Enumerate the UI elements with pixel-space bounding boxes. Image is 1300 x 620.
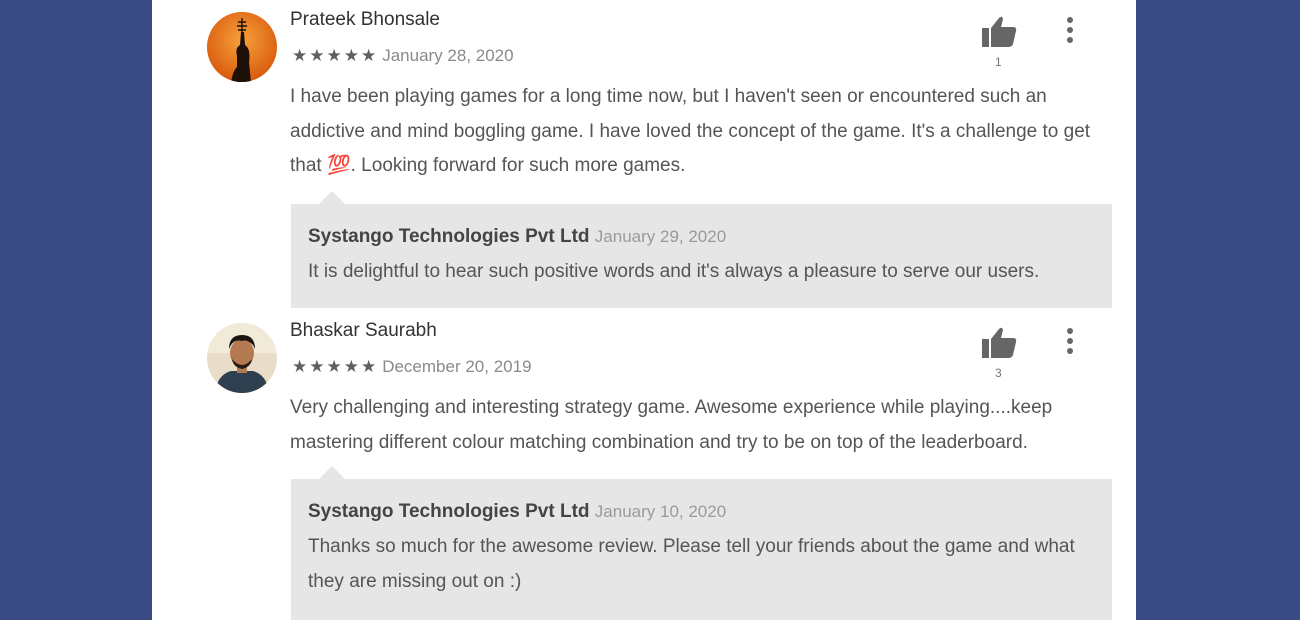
review-author: Bhaskar Saurabh	[290, 320, 437, 341]
review-text: I have been playing games for a long tim…	[290, 86, 1091, 176]
developer-reply: Systango Technologies Pvt Ltd January 10…	[291, 466, 1112, 620]
reply-header: Systango Technologies Pvt Ltd January 10…	[308, 501, 726, 523]
rating-line: ★★★★★ December 20, 2019	[292, 357, 532, 377]
like-count: 1	[995, 55, 1002, 69]
review-date: January 28, 2020	[382, 46, 514, 65]
reviews-panel: Prateek Bhonsale ★★★★★ January 28, 2020 I…	[152, 0, 1136, 620]
developer-reply: Systango Technologies Pvt Ltd January 29…	[291, 191, 1112, 308]
review-author: Prateek Bhonsale	[290, 9, 440, 30]
more-vertical-icon[interactable]	[1060, 15, 1080, 47]
reply-date: January 10, 2020	[594, 502, 727, 521]
thumbs-up-icon[interactable]	[981, 326, 1019, 360]
reply-text: It is delightful to hear such positive w…	[308, 261, 1040, 282]
like-count: 3	[995, 366, 1002, 380]
avatar[interactable]	[207, 323, 277, 393]
more-vertical-icon[interactable]	[1060, 326, 1080, 358]
reply-pointer	[319, 466, 345, 479]
reply-pointer	[319, 191, 345, 204]
review-text: Very challenging and interesting strateg…	[290, 397, 1053, 453]
star-rating: ★★★★★	[292, 46, 379, 65]
reply-author: Systango Technologies Pvt Ltd	[308, 501, 590, 522]
avatar[interactable]	[207, 12, 277, 82]
thumbs-up-icon[interactable]	[981, 15, 1019, 49]
review-date: December 20, 2019	[382, 357, 532, 376]
reply-text: Thanks so much for the awesome review. P…	[308, 536, 1075, 592]
reply-author: Systango Technologies Pvt Ltd	[308, 226, 590, 247]
star-rating: ★★★★★	[292, 357, 379, 376]
rating-line: ★★★★★ January 28, 2020	[292, 46, 514, 66]
reply-date: January 29, 2020	[594, 227, 727, 246]
reply-header: Systango Technologies Pvt Ltd January 29…	[308, 226, 726, 248]
